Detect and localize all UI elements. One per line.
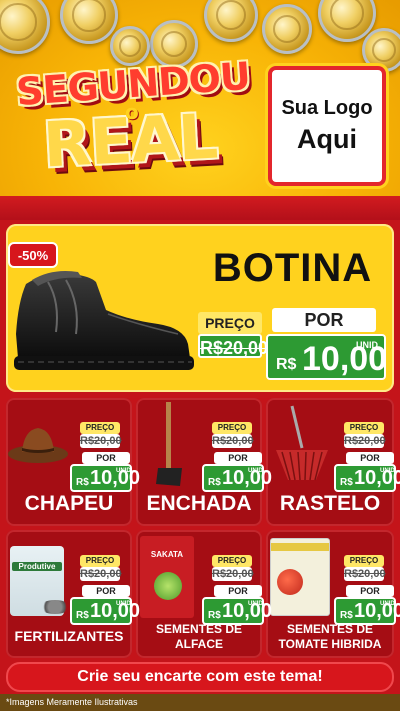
new-price-box: R$ 10,00 UNID [266,334,387,380]
coin-icon [60,0,118,44]
currency-symbol: R$ [208,610,221,621]
hat-image [8,428,68,463]
product-name-line2: ALFACE [175,637,223,651]
new-price-box: R$ 10,00 UNID [70,464,140,492]
old-price: R$20,00 [80,434,122,448]
cta-button[interactable]: Crie seu encarte com este tema! [6,662,394,692]
price-por-label: POR [346,585,394,597]
title-connector: o [125,100,139,124]
old-price: R$20,00 [344,434,386,448]
new-price-box: R$ 10,00 UNID [334,464,400,492]
product-name: RASTELO [279,492,381,515]
currency-symbol: R$ [208,477,221,488]
unit-label: UNID [356,340,378,350]
price-preco-label: PREÇO [344,555,384,567]
price-preco-label: PREÇO [344,422,384,434]
old-price: R$20,00 [198,334,268,358]
new-price-box: R$ 10,00 UNID [70,597,140,625]
fertilizer-granules [40,600,70,614]
price-preco-label: PREÇO [212,555,252,567]
flyer: SEGUNDOU REAL o Sua Logo Aqui BOTINA -50… [0,0,400,711]
price-preco-label: PREÇO [198,312,262,334]
old-price: R$20,00 [80,567,122,581]
coin-icon [204,0,258,42]
product-name-line2: TOMATE HIBRIDA [278,637,382,651]
unit-label: UNID [248,601,263,607]
price-preco-label: PREÇO [80,422,120,434]
price-por-label: POR [214,452,262,464]
currency-symbol: R$ [340,610,353,621]
unit-label: UNID [380,468,395,474]
unit-label: UNID [116,601,131,607]
discount-badge: -50% [8,242,58,268]
currency-symbol: R$ [76,610,89,621]
seed-brand-text: SAKATA [150,550,184,559]
header: SEGUNDOU REAL o Sua Logo Aqui [0,0,400,212]
packet-band [271,543,329,551]
header-divider [0,196,400,220]
lettuce-seed-packet-image: SAKATA [140,536,194,618]
price-por-label: POR [82,585,130,597]
product-name-line1: SEMENTES DE [286,622,373,636]
unit-label: UNID [116,468,131,474]
product-name-line1: SEMENTES DE [155,622,242,636]
coin-icon [0,0,50,54]
boot-image [14,271,194,370]
product-name: CHAPEU [24,492,114,515]
unit-label: UNID [248,468,263,474]
unit-label: UNID [380,601,395,607]
product-name: ENCHADA [146,492,252,515]
footer-disclaimer: *Imagens Meramente Ilustrativas [0,694,400,711]
tomato-icon [277,569,303,595]
rake-image [276,405,328,481]
new-price-box: R$ 10,00 UNID [202,464,272,492]
lettuce-icon [154,572,182,600]
coin-icon [262,4,312,54]
price-por-label: POR [346,452,394,464]
tomato-seed-packet-image [270,538,330,616]
product-name: FERTILIZANTES [14,628,124,644]
old-price: R$20,00 [212,434,254,448]
old-price: R$20,00 [344,567,386,581]
price-por-label: POR [214,585,262,597]
featured-product-name: BOTINA [212,246,373,290]
price-preco-label: PREÇO [80,555,120,567]
price-preco-label: PREÇO [212,422,252,434]
currency-symbol: R$ [76,477,89,488]
logo-text-line1: Sua Logo [281,97,373,119]
new-price-box: R$ 10,00 UNID [334,597,400,625]
currency-symbol: R$ [340,477,353,488]
currency-symbol: R$ [276,356,297,373]
coin-icon [110,26,150,66]
price-por-label: POR [82,452,130,464]
logo-text-line2: Aqui [297,124,357,154]
new-price-box: R$ 10,00 UNID [202,597,272,625]
price-por-label: POR [272,308,376,332]
fertilizer-brand-text: Produtive [12,562,62,571]
hoe-image [156,402,182,486]
old-price: R$20,00 [212,567,254,581]
logo-placeholder[interactable]: Sua Logo Aqui [268,66,386,186]
